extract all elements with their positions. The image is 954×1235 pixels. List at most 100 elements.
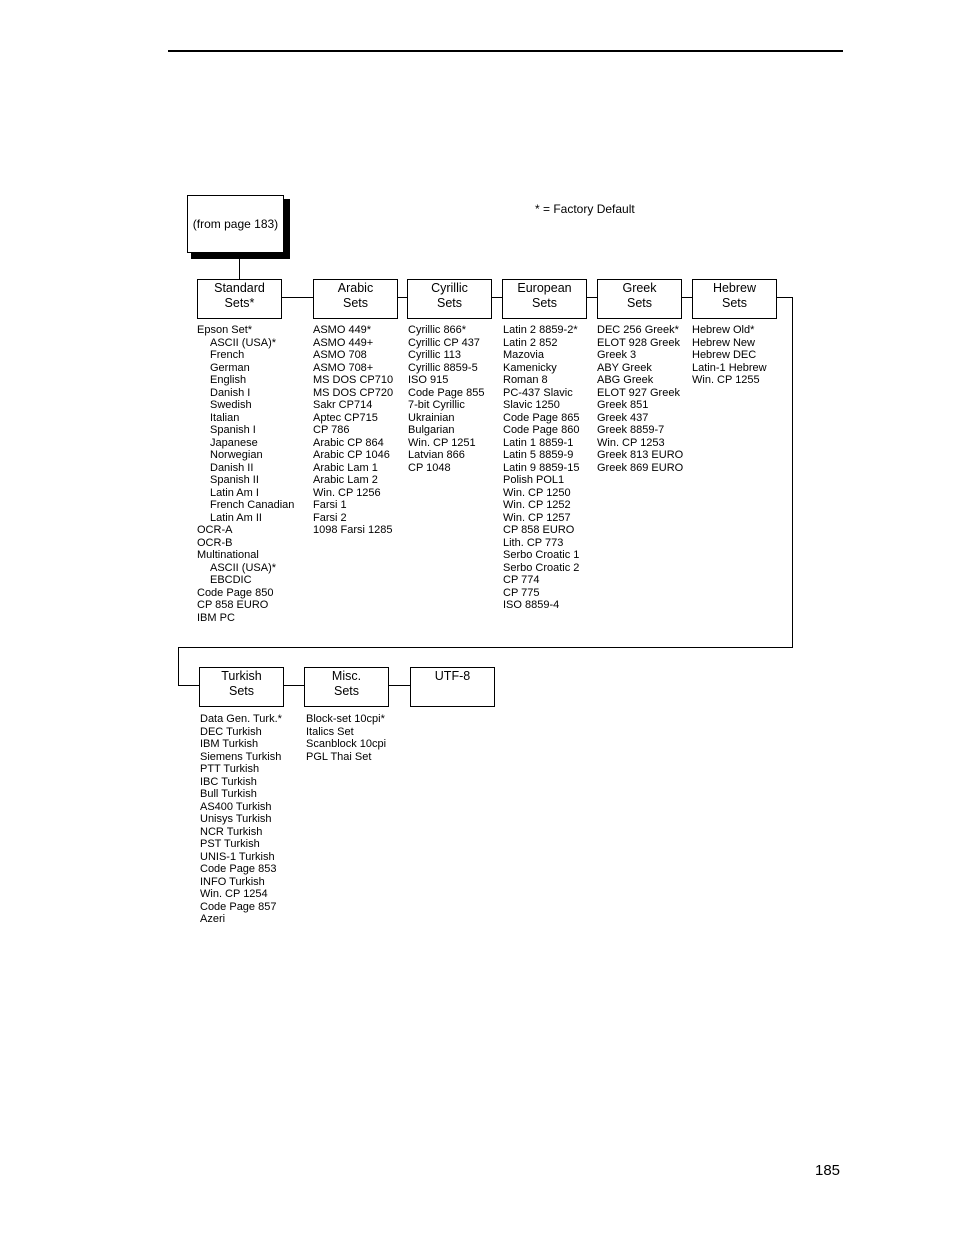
list-item: UNIS-1 Turkish [200,850,275,863]
group-title: Sets [531,296,557,310]
group-box-turkish: Turkish Sets [199,667,284,707]
list-item: Cyrillic 8859-5 [408,361,478,374]
list-item: Serbo Croatic 2 [503,561,580,574]
list-item: OCR-B [197,536,233,549]
list-item: Data Gen. Turk.* [200,713,282,725]
list-item: Spanish II [210,474,259,486]
group-box-standard: Standard Sets* [197,279,282,319]
group-box-utf-8: UTF-8 [410,667,495,707]
list-item: Hebrew DEC [692,349,757,361]
list-item: Latin 5 8859-9 [503,449,574,461]
list-item: PGL Thai Set [306,750,372,763]
list-item: PTT Turkish [200,763,260,775]
connector [388,685,410,686]
list-item: INFO Turkish [200,875,265,888]
list-item: Win. CP 1251 [408,436,476,449]
group-list-standard: Epson Set* ASCII (USA)* French German Englis… [197,324,294,624]
connector [178,685,199,686]
list-item: French [210,349,245,361]
group-list-arabic: ASMO 449* ASMO 449+ ASMO 708 ASMO 708+ MS DO… [313,324,393,537]
list-item: CP 774 [503,574,540,586]
list-item: Win. CP 1250 [503,486,571,499]
list-item: Latin 1 8859-1 [503,436,574,449]
list-item: Cyrillic 113 [408,349,461,361]
list-item: ABG Greek [597,374,654,386]
connector [792,297,793,648]
list-item: Code Page 865 [503,411,580,424]
list-item: Cyrillic CP 437 [408,336,480,349]
list-item: MS DOS CP720 [313,386,394,399]
list-item: Arabic CP 1046 [313,449,390,461]
list-item: ASCII (USA)* [210,561,277,574]
list-item: Spanish I [210,424,256,436]
list-item: ELOT 928 Greek [597,336,680,349]
list-item: Slavic 1250 [503,399,560,411]
list-item: Arabic Lam 1 [313,461,378,474]
list-item: Latin 2 8859-2* [503,324,578,336]
list-item: Win. CP 1256 [313,486,381,499]
list-item: Scanblock 10cpi [306,738,387,750]
page-number: 185 [815,1162,841,1179]
group-title: Turkish [221,669,262,683]
entry-label: (from page 183) [192,217,279,231]
list-item: Norwegian [210,449,263,461]
list-item: Win. CP 1253 [597,436,665,449]
list-item: EBCDIC [210,574,252,586]
list-item: Lith. CP 773 [503,536,564,549]
list-item: Aptec CP715 [313,411,378,424]
list-item: Bulgarian [408,424,455,436]
group-title: European [517,281,572,295]
list-item: Code Page 857 [200,900,277,913]
connector [283,685,304,686]
entry-box: (from page 183) [187,195,284,253]
list-item: Italian [210,411,240,424]
list-item: Roman 8 [503,374,548,386]
list-item: CP 775 [503,586,540,599]
connector [776,297,793,298]
list-item: Danish I [210,386,251,399]
list-item: Farsi 2 [313,511,347,524]
legend-factory-default: * = Factory Default [535,202,635,216]
list-item: Code Page 855 [408,386,485,399]
list-item: Win. CP 1257 [503,511,571,524]
list-item: ABY Greek [597,361,652,374]
list-item: Hebrew Old* [692,324,755,336]
list-item: Cyrillic 866* [408,324,467,336]
group-title: Sets* [224,296,255,310]
group-title: Sets [721,296,747,310]
list-item: Hebrew New [692,336,755,349]
list-item: Mazovia [503,349,544,361]
list-item: English [210,374,247,386]
group-title: Sets [333,684,359,698]
group-title: Sets [342,296,368,310]
list-item: Unisys Turkish [200,813,272,825]
list-item: Greek 437 [597,411,649,424]
list-item: Code Page 860 [503,424,580,436]
list-item: CP 858 EURO [503,524,575,536]
list-item: Latin 2 852 [503,336,558,349]
list-item: DEC Turkish [200,725,262,738]
group-title: Misc. [331,669,362,683]
group-list-cyrillic: Cyrillic 866* Cyrillic CP 437 Cyrillic 113… [408,324,484,474]
list-item: ASMO 449* [313,324,372,336]
list-item: Greek 813 EURO [597,449,684,461]
list-item: 1098 Farsi 1285 [313,524,393,536]
list-item: Bull Turkish [200,788,257,800]
list-item: OCR-A [197,524,233,536]
list-item: 7-bit Cyrillic [408,399,465,411]
group-title: Standard [214,281,265,295]
list-item: ISO 915 [408,374,449,386]
list-item: Arabic CP 864 [313,436,384,449]
group-list-european: Latin 2 8859-2* Latin 2 852 Mazovia Kamenic… [503,324,579,612]
list-item: Greek 851 [597,399,649,411]
list-item: Danish II [210,461,254,474]
list-item: Win. CP 1254 [200,888,268,900]
connector [178,647,793,648]
list-item: Latin 9 8859-15 [503,461,580,474]
list-item: Japanese [210,436,258,449]
list-item: AS400 Turkish [200,800,272,813]
list-item: ASCII (USA)* [210,336,277,349]
list-item: IBC Turkish [200,775,257,788]
list-item: Kamenicky [503,361,557,374]
list-item: PC-437 Slavic [503,386,573,399]
